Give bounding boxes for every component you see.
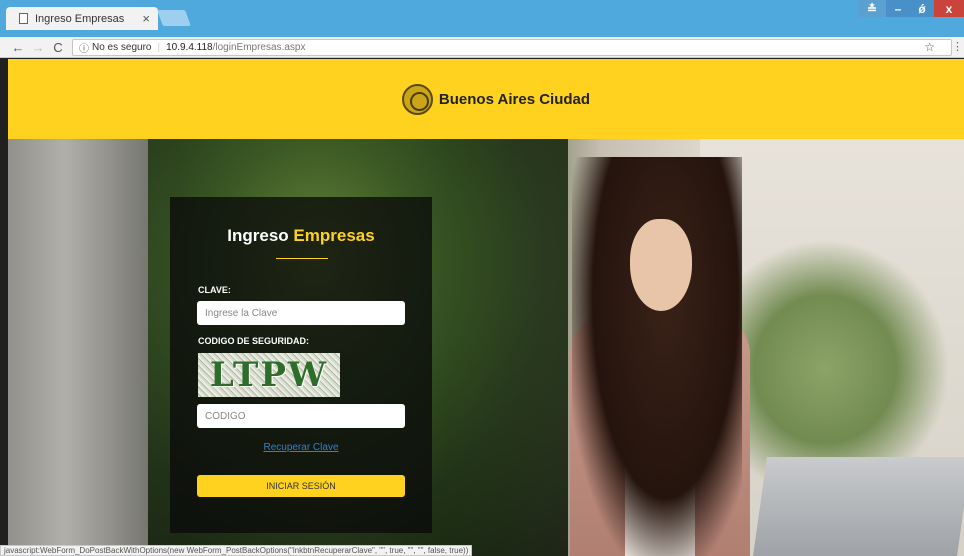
title-underline [276,258,328,259]
minimize-button[interactable]: – [886,0,910,17]
background-pillar [8,139,148,556]
login-button[interactable]: INICIAR SESIÓN [197,475,405,497]
codigo-input[interactable]: CODIGO [197,404,405,428]
menu-icon[interactable]: ⋮ [952,40,963,53]
close-tab-icon[interactable]: × [142,11,150,26]
login-panel: Ingreso Empresas CLAVE: Ingrese la Clave… [170,197,432,533]
browser-toolbar: ← → C ⓘ No es seguro | 10.9.4.118 /login… [0,37,964,58]
person-hair [572,157,742,556]
url-host: 10.9.4.118 [166,42,213,53]
bookmark-star-icon[interactable]: ☆ [924,40,935,54]
address-bar[interactable]: ⓘ No es seguro | 10.9.4.118 /loginEmpres… [72,39,963,56]
tab-title: Ingreso Empresas [35,12,125,25]
browser-titlebar: Ingreso Empresas × ≛ – ǿ x [0,0,964,37]
info-icon[interactable]: ⓘ [79,40,89,55]
status-bar: javascript:WebForm_DoPostBackWithOptions… [0,545,473,556]
site-header: Buenos Aires Ciudad [8,59,964,139]
city-seal-icon [401,83,433,115]
browser-tab[interactable]: Ingreso Empresas × [6,7,158,30]
security-code-label: CODIGO DE SEGURIDAD: [198,336,310,346]
person-face [630,219,692,311]
reload-icon[interactable]: C [48,40,68,55]
maximize-button[interactable]: ǿ [910,0,934,17]
login-title-accent: Empresas [293,226,375,245]
site-logo[interactable]: Buenos Aires Ciudad [401,83,591,115]
window-controls: ≛ – ǿ x [858,0,964,17]
omnibox-divider: | [157,42,161,53]
user-icon[interactable]: ≛ [858,0,886,17]
clave-input[interactable]: Ingrese la Clave [197,301,405,325]
new-tab-button[interactable] [157,10,191,26]
page-viewport: Buenos Aires Ciudad Ingreso Empresas CLA… [0,59,964,556]
page-icon [19,13,28,24]
clave-label: CLAVE: [198,285,231,295]
background-laptop [753,457,964,556]
forward-icon[interactable]: → [28,40,48,55]
back-icon[interactable]: ← [8,40,28,55]
captcha-image: LTPW [198,353,340,397]
close-window-button[interactable]: x [934,0,964,17]
security-label: No es seguro [92,42,152,53]
login-title-prefix: Ingreso [227,226,289,245]
logo-text: Buenos Aires Ciudad [438,90,591,108]
recover-password-link[interactable]: Recuperar Clave [170,442,432,453]
url-path: /loginEmpresas.aspx [212,42,306,53]
login-title: Ingreso Empresas [170,226,432,246]
